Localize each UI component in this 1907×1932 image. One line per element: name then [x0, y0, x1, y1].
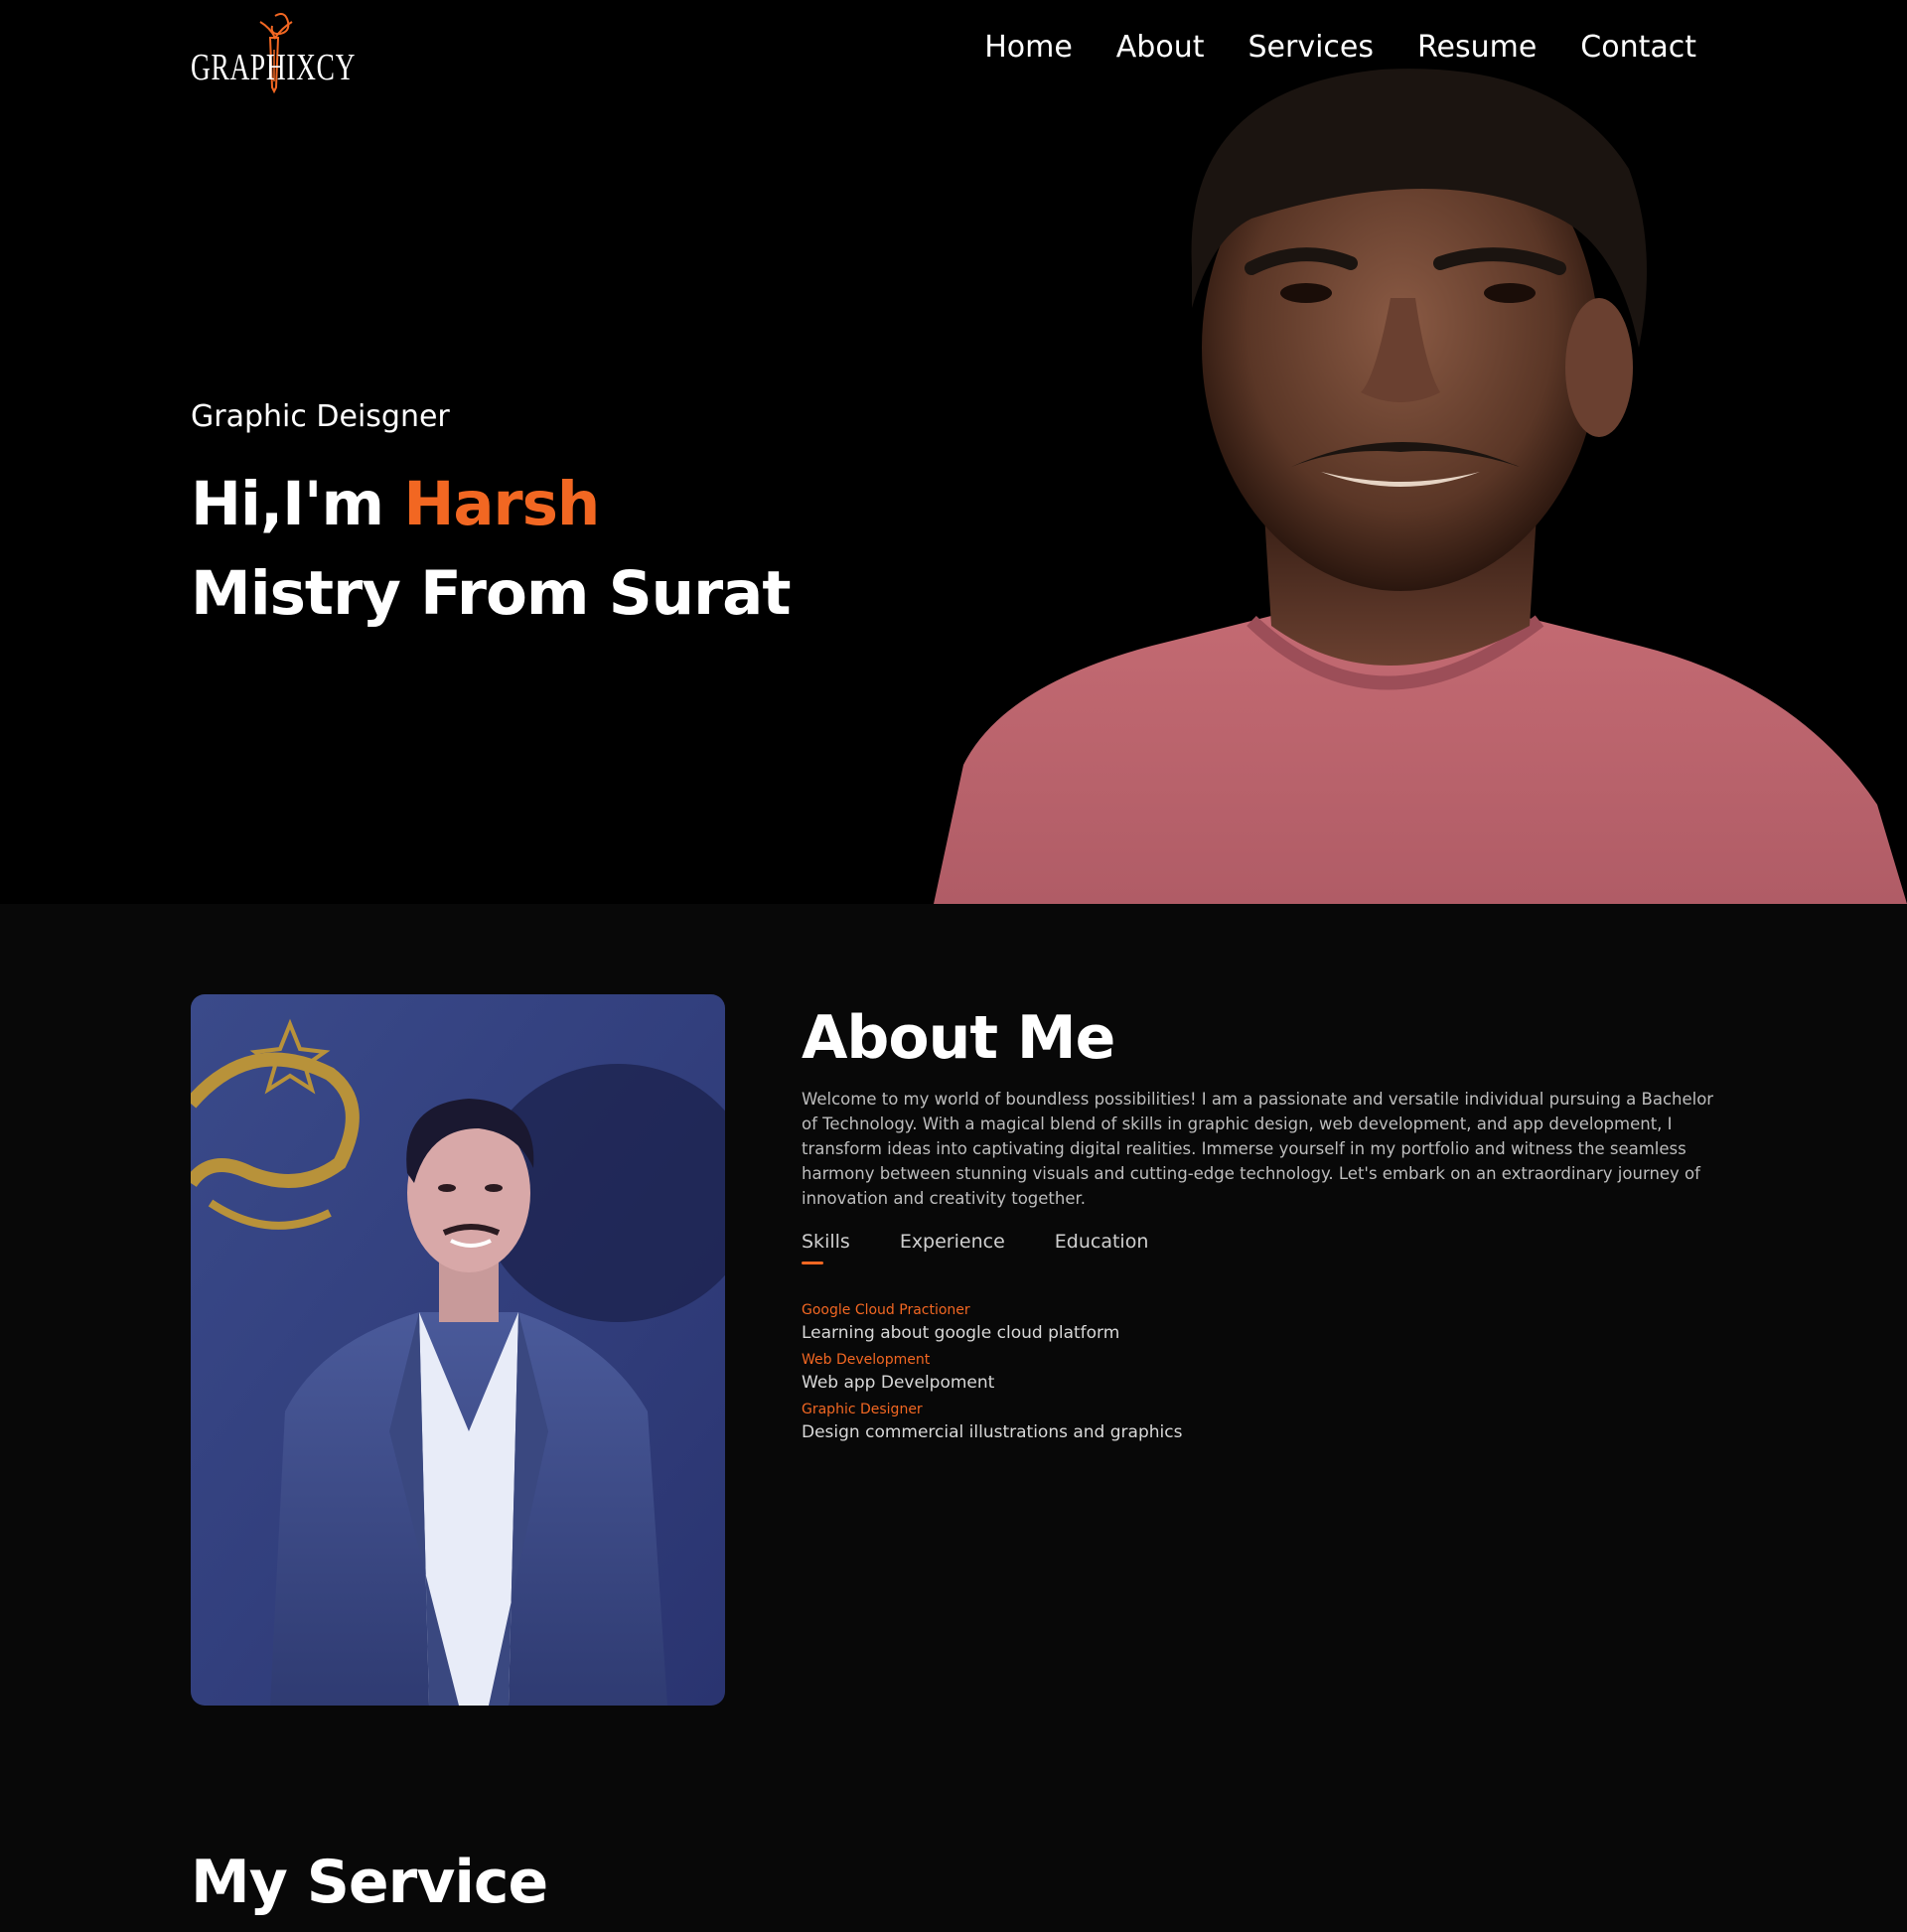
tab-experience[interactable]: Experience	[900, 1231, 1005, 1264]
nav-home-link[interactable]: Home	[984, 30, 1073, 65]
brand-logo[interactable]: GRAPHIXCY	[191, 8, 355, 97]
hero-heading: Hi,I'm Harsh Mistry From Surat	[191, 460, 791, 639]
nav-services-link[interactable]: Services	[1247, 30, 1374, 65]
tab-education[interactable]: Education	[1055, 1231, 1149, 1264]
hero-section: GRAPHIXCY Home About Services Resume Con…	[0, 0, 1907, 904]
top-navbar: GRAPHIXCY Home About Services Resume Con…	[0, 0, 1907, 109]
hero-title-prefix: Hi,I'm	[191, 469, 404, 539]
skill-name: Graphic Designer	[802, 1402, 923, 1417]
logo-wordmark: GRAPHIXCY	[191, 47, 357, 88]
nav-about-link[interactable]: About	[1116, 30, 1205, 65]
about-heading: About Me	[802, 1003, 1115, 1073]
about-tabs: Skills Experience Education	[802, 1231, 1715, 1264]
skill-name: Google Cloud Practioner	[802, 1302, 970, 1318]
list-item: Web Development Web app Develpoment	[802, 1350, 1715, 1396]
list-item: Graphic Designer Design commercial illus…	[802, 1400, 1715, 1445]
nav-contact-link[interactable]: Contact	[1580, 30, 1696, 65]
skill-description: Design commercial illustrations and grap…	[802, 1422, 1183, 1442]
tab-skills[interactable]: Skills	[802, 1231, 850, 1264]
nav-links: Home About Services Resume Contact	[984, 30, 1696, 65]
about-section: About Me Welcome to my world of boundles…	[0, 904, 1907, 1932]
about-portrait-image	[191, 994, 725, 1706]
nav-resume-link[interactable]: Resume	[1417, 30, 1537, 65]
hero-intro: Graphic Deisgner Hi,I'm Harsh Mistry Fro…	[191, 399, 791, 639]
skill-description: Learning about google cloud platform	[802, 1323, 1120, 1343]
skill-name: Web Development	[802, 1352, 931, 1368]
skills-list: Google Cloud Practioner Learning about g…	[802, 1300, 1715, 1445]
hero-subtitle: Graphic Deisgner	[191, 399, 450, 434]
about-content: About Me Welcome to my world of boundles…	[802, 1003, 1715, 1449]
skill-description: Web app Develpoment	[802, 1373, 995, 1393]
hero-portrait-image	[924, 50, 1907, 904]
services-heading: My Service	[191, 1848, 548, 1917]
about-description: Welcome to my world of boundless possibi…	[802, 1090, 1714, 1208]
hero-title-name: Harsh	[403, 469, 600, 539]
hero-title-line2: Mistry From Surat	[191, 558, 791, 629]
list-item: Google Cloud Practioner Learning about g…	[802, 1300, 1715, 1346]
